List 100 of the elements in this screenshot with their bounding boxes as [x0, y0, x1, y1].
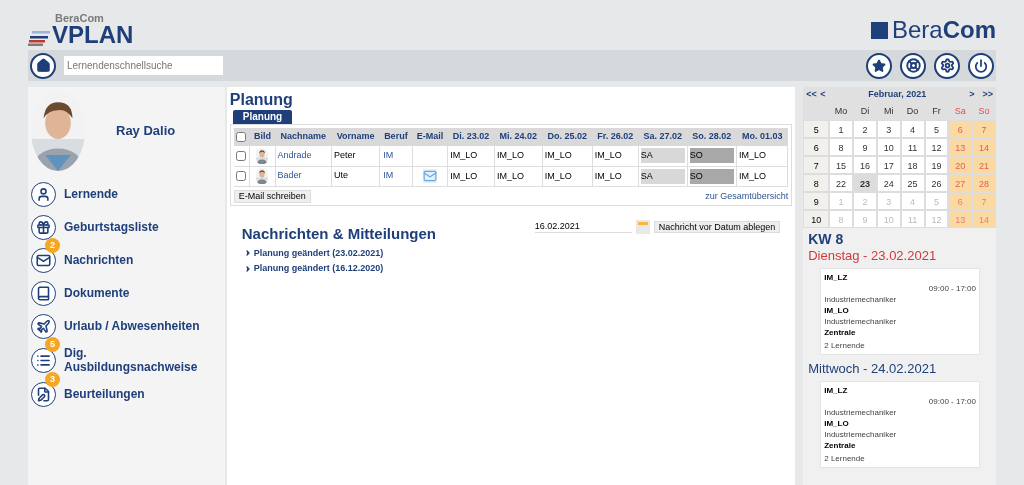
schedule-cell-text: IM_LO	[739, 169, 768, 183]
schedule-cell-text: IM_LO	[450, 169, 479, 183]
date-field[interactable]: 16.02.2021	[534, 221, 632, 233]
count-badge: 5	[45, 337, 60, 352]
previous-month-link[interactable]: <	[820, 88, 826, 102]
column-header: Do. 25.02	[542, 128, 593, 146]
schedule-cell-text: IM_LO	[544, 169, 573, 183]
weekday-label: Do	[905, 104, 920, 118]
nav-link[interactable]: Geburtstagsliste	[64, 220, 209, 234]
calendar-day[interactable]: 1	[829, 120, 853, 138]
calendar-day[interactable]: 26	[924, 174, 949, 192]
schedule-cell-text: IM_LO	[496, 169, 525, 183]
gift-icon[interactable]	[31, 214, 56, 240]
schedule-cell-text: IM_LO	[594, 169, 623, 183]
schedule-cell-text: IM_LO	[594, 149, 623, 163]
column-header: Bild	[249, 128, 275, 146]
shift-code: IM_LO	[824, 305, 850, 316]
job-link[interactable]: IM	[383, 150, 394, 160]
settings-icon[interactable]	[934, 52, 960, 79]
row-checkbox[interactable]	[235, 150, 246, 161]
tab[interactable]: Planung	[232, 110, 293, 124]
calendar-day[interactable]: 8	[829, 138, 853, 156]
name-link[interactable]: Andrade	[277, 150, 312, 160]
schedule-cell-text: IM_LO	[496, 149, 525, 163]
calendar-day[interactable]: 15	[829, 156, 853, 174]
column-header: Di. 23.02	[447, 128, 495, 146]
next-year-link[interactable]: >>	[982, 88, 993, 102]
column-header: Vorname	[331, 128, 380, 146]
count-badge: 3	[45, 372, 60, 387]
job-link[interactable]: IM	[383, 170, 394, 181]
nav-link[interactable]: Beurteilungen	[64, 387, 209, 401]
column-header: Nachname	[275, 128, 332, 146]
calendar-day[interactable]: 18	[900, 156, 925, 174]
next-month-link[interactable]: >	[969, 88, 975, 102]
calendar-day[interactable]: 3	[876, 120, 901, 138]
learner-count: 2 Lernende	[824, 340, 866, 351]
calendar-day[interactable]: 2	[853, 120, 877, 138]
archive-button[interactable]: Nachricht vor Datum ablegen	[653, 221, 781, 233]
learner-count: 2 Lernende	[824, 453, 866, 464]
calendar-day[interactable]: 19	[924, 156, 949, 174]
select-all-checkbox[interactable]	[235, 132, 246, 142]
airplane-icon[interactable]	[31, 313, 56, 339]
weekday-label: Fr	[931, 104, 942, 118]
power-icon[interactable]	[968, 52, 994, 79]
calendar-day[interactable]: 24	[876, 174, 901, 192]
email-button[interactable]: E-Mail schreiben	[233, 189, 311, 203]
calendar-day[interactable]: 25	[900, 174, 925, 192]
news-title: Nachrichten & Mitteilungen	[241, 224, 436, 244]
nav-link[interactable]: Lernende	[64, 187, 209, 201]
list-icon[interactable]	[31, 347, 56, 373]
calendar-day[interactable]: 11	[900, 138, 925, 156]
overview-link[interactable]: zur Gesamtübersicht	[705, 189, 789, 203]
home-icon[interactable]	[30, 52, 56, 79]
column-header: Sa. 27.02	[638, 128, 688, 146]
stripes-icon	[28, 30, 50, 46]
job-label: Industriemechaniker	[824, 407, 898, 418]
calendar-day[interactable]: 17	[876, 156, 901, 174]
shift-code: IM_LZ	[824, 385, 849, 396]
weekday-label: So	[977, 104, 991, 118]
envelope-icon[interactable]	[31, 247, 56, 273]
nav-link[interactable]: Urlaub / Abwesenheiten	[64, 319, 209, 333]
table-cell: Peter	[331, 146, 380, 166]
weekday-label: Di	[859, 104, 871, 118]
calendar-day[interactable]: 4	[900, 120, 925, 138]
row-checkbox[interactable]	[235, 171, 246, 181]
shift-code: IM_LZ	[824, 272, 849, 283]
book-icon[interactable]	[31, 280, 56, 306]
calendar-day[interactable]: 23	[853, 174, 877, 192]
user-name: Ray Dalio	[116, 122, 176, 141]
calendar-day[interactable]: 10	[876, 138, 901, 156]
search-field[interactable]: Lernendenschnellsuche	[64, 56, 223, 75]
schedule-cell-text: IM_LO	[739, 149, 768, 163]
column-header: So. 28.02	[687, 128, 737, 146]
nav-link[interactable]: Dig. Ausbildungsnachweise	[64, 346, 209, 374]
pen-icon[interactable]	[31, 381, 56, 407]
person-icon[interactable]	[31, 181, 56, 207]
corner-logo: BeraCom	[891, 18, 996, 42]
square-icon	[870, 21, 888, 39]
message-link[interactable]: Planung geändert (23.02.2021)	[253, 246, 384, 260]
week-number: 5	[803, 120, 830, 138]
week-number: 6	[803, 138, 830, 156]
calendar-day[interactable]: 5	[924, 120, 949, 138]
nav-link[interactable]: Dokumente	[64, 286, 209, 300]
name-link[interactable]: Bader	[277, 170, 302, 181]
lifebuoy-icon[interactable]	[900, 52, 926, 79]
week-number: 7	[803, 156, 830, 174]
calendar-day[interactable]: 9	[853, 138, 877, 156]
time-range: 09:00 - 17:00	[928, 283, 976, 294]
nav-link[interactable]: Nachrichten	[64, 253, 209, 267]
weekday-label: Mo	[833, 104, 849, 118]
count-badge: 2	[45, 238, 60, 253]
previous-year-link[interactable]: <<	[806, 88, 821, 102]
calendar-day[interactable]: 22	[829, 174, 853, 192]
calendar-day[interactable]: 16	[853, 156, 877, 174]
table-cell: Ute	[331, 166, 380, 186]
message-link[interactable]: Planung geändert (16.12.2020)	[253, 262, 384, 276]
month-title: Februar, 2021	[867, 88, 928, 102]
weekday-label: Mi	[883, 104, 895, 118]
site-label: Zentrale	[824, 327, 857, 338]
calendar-day[interactable]: 12	[924, 138, 949, 156]
